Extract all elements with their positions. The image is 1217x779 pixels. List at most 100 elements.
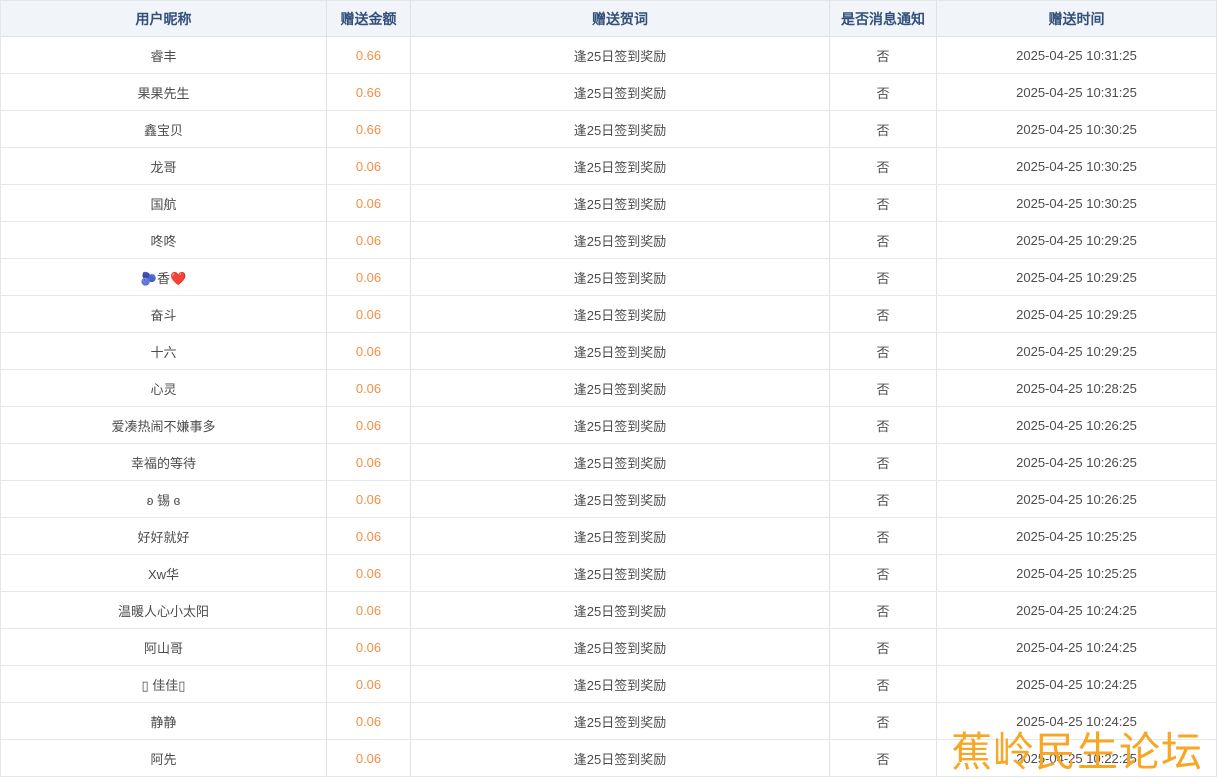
cell-greeting: 逢25日签到奖励 [411,37,830,74]
cell-greeting: 逢25日签到奖励 [411,296,830,333]
cell-notify: 否 [830,555,937,592]
cell-amount: 0.66 [327,37,411,74]
cell-amount: 0.06 [327,518,411,555]
cell-time: 2025-04-25 10:29:25 [937,333,1217,370]
cell-time: 2025-04-25 10:31:25 [937,74,1217,111]
header-cell-nickname: 用户昵称 [1,1,327,37]
cell-nickname: 幸福的等待 [1,444,327,481]
cell-greeting: 逢25日签到奖励 [411,481,830,518]
cell-greeting: 逢25日签到奖励 [411,259,830,296]
table-row: 睿丰 0.66 逢25日签到奖励否 2025-04-25 10:31:25 [1,37,1217,74]
cell-time: 2025-04-25 10:26:25 [937,407,1217,444]
cell-amount: 0.06 [327,333,411,370]
cell-amount: 0.06 [327,407,411,444]
cell-amount: 0.06 [327,666,411,703]
cell-amount: 0.06 [327,555,411,592]
cell-notify: 否 [830,444,937,481]
cell-amount: 0.06 [327,481,411,518]
table-row: 心灵 0.06 逢25日签到奖励否 2025-04-25 10:28:25 [1,370,1217,407]
cell-amount: 0.06 [327,629,411,666]
cell-notify: 否 [830,481,937,518]
cell-greeting: 逢25日签到奖励 [411,185,830,222]
cell-notify: 否 [830,666,937,703]
table-row: 十六 0.06 逢25日签到奖励否 2025-04-25 10:29:25 [1,333,1217,370]
cell-nickname: 爱凑热闹不嫌事多 [1,407,327,444]
cell-nickname: 十六 [1,333,327,370]
cell-notify: 否 [830,111,937,148]
cell-amount: 0.06 [327,222,411,259]
cell-nickname: 国航 [1,185,327,222]
cell-time: 2025-04-25 10:30:25 [937,185,1217,222]
cell-amount: 0.06 [327,370,411,407]
table-row: 阿山哥 0.06 逢25日签到奖励否 2025-04-25 10:24:25 [1,629,1217,666]
cell-amount: 0.06 [327,740,411,777]
cell-notify: 否 [830,222,937,259]
cell-amount: 0.06 [327,185,411,222]
table-row: 阿先 0.06 逢25日签到奖励否 2025-04-25 10:22:25 [1,740,1217,777]
cell-greeting: 逢25日签到奖励 [411,740,830,777]
table-row: 🫐香❤️ 0.06 逢25日签到奖励否 2025-04-25 10:29:25 [1,259,1217,296]
table-row: 龙哥 0.06 逢25日签到奖励否 2025-04-25 10:30:25 [1,148,1217,185]
table-row: 咚咚 0.06 逢25日签到奖励否 2025-04-25 10:29:25 [1,222,1217,259]
table-row: 好好就好 0.06 逢25日签到奖励否 2025-04-25 10:25:25 [1,518,1217,555]
cell-time: 2025-04-25 10:22:25 [937,740,1217,777]
cell-nickname: 心灵 [1,370,327,407]
table-row: 鑫宝贝 0.66 逢25日签到奖励否 2025-04-25 10:30:25 [1,111,1217,148]
cell-time: 2025-04-25 10:26:25 [937,481,1217,518]
table-row: ▯ 佳佳▯ 0.06 逢25日签到奖励否 2025-04-25 10:24:25 [1,666,1217,703]
cell-greeting: 逢25日签到奖励 [411,370,830,407]
cell-nickname: ▯ 佳佳▯ [1,666,327,703]
cell-time: 2025-04-25 10:28:25 [937,370,1217,407]
header-cell-notify: 是否消息通知 [830,1,937,37]
cell-nickname: 龙哥 [1,148,327,185]
cell-time: 2025-04-25 10:29:25 [937,296,1217,333]
cell-greeting: 逢25日签到奖励 [411,518,830,555]
cell-nickname: 果果先生 [1,74,327,111]
cell-notify: 否 [830,592,937,629]
table-row: 果果先生 0.66 逢25日签到奖励否 2025-04-25 10:31:25 [1,74,1217,111]
table-body: 睿丰 0.66 逢25日签到奖励否 2025-04-25 10:31:25 果果先生 0.… [1,37,1217,777]
cell-amount: 0.06 [327,148,411,185]
cell-nickname: 阿山哥 [1,629,327,666]
cell-nickname: 咚咚 [1,222,327,259]
table-row: 国航 0.06 逢25日签到奖励否 2025-04-25 10:30:25 [1,185,1217,222]
cell-notify: 否 [830,518,937,555]
cell-greeting: 逢25日签到奖励 [411,629,830,666]
header-cell-greeting: 赠送贺词 [411,1,830,37]
header-cell-amount: 赠送金额 [327,1,411,37]
cell-time: 2025-04-25 10:30:25 [937,148,1217,185]
cell-amount: 0.06 [327,592,411,629]
cell-time: 2025-04-25 10:24:25 [937,703,1217,740]
cell-notify: 否 [830,296,937,333]
cell-nickname: 阿先 [1,740,327,777]
cell-notify: 否 [830,740,937,777]
cell-amount: 0.06 [327,444,411,481]
cell-greeting: 逢25日签到奖励 [411,74,830,111]
cell-greeting: 逢25日签到奖励 [411,666,830,703]
cell-greeting: 逢25日签到奖励 [411,444,830,481]
cell-greeting: 逢25日签到奖励 [411,555,830,592]
cell-notify: 否 [830,629,937,666]
table-row: 温暖人心小太阳 0.06 逢25日签到奖励否 2025-04-25 10:24:25 [1,592,1217,629]
cell-notify: 否 [830,37,937,74]
cell-amount: 0.66 [327,111,411,148]
cell-greeting: 逢25日签到奖励 [411,407,830,444]
table-row: 爱凑热闹不嫌事多 0.06 逢25日签到奖励否 2025-04-25 10:26:25 [1,407,1217,444]
cell-amount: 0.06 [327,703,411,740]
cell-nickname: 奋斗 [1,296,327,333]
table-row: 奋斗 0.06 逢25日签到奖励否 2025-04-25 10:29:25 [1,296,1217,333]
cell-time: 2025-04-25 10:31:25 [937,37,1217,74]
cell-time: 2025-04-25 10:24:25 [937,629,1217,666]
cell-amount: 0.66 [327,74,411,111]
cell-nickname: 鑫宝贝 [1,111,327,148]
cell-time: 2025-04-25 10:25:25 [937,555,1217,592]
cell-time: 2025-04-25 10:26:25 [937,444,1217,481]
cell-greeting: 逢25日签到奖励 [411,148,830,185]
cell-notify: 否 [830,333,937,370]
table-row: 静静 0.06 逢25日签到奖励否 2025-04-25 10:24:25 [1,703,1217,740]
cell-nickname: 静静 [1,703,327,740]
cell-greeting: 逢25日签到奖励 [411,333,830,370]
table-row: Xw华 0.06 逢25日签到奖励否 2025-04-25 10:25:25 [1,555,1217,592]
cell-nickname: 睿丰 [1,37,327,74]
header-cell-time: 赠送时间 [937,1,1217,37]
